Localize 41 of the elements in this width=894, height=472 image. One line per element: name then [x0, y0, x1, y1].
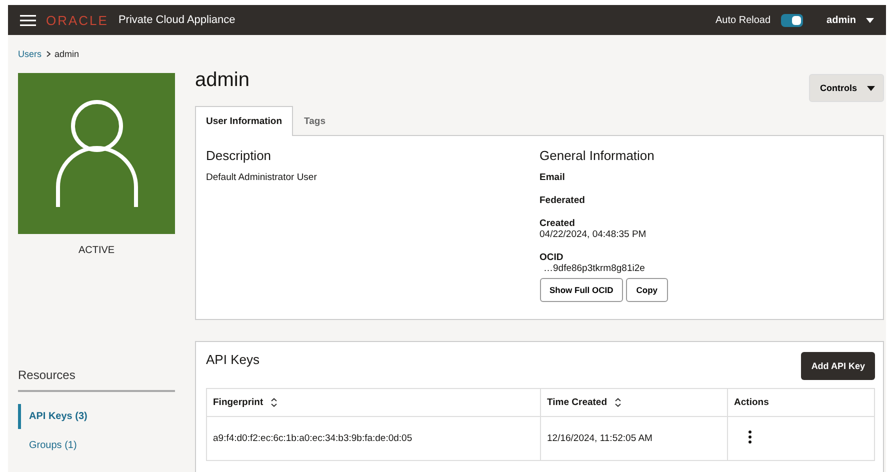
page-title: admin [195, 69, 250, 92]
table-cell: a9:f4:d0:f2:ec:6c:1b:a0:ec:34:b3:9b:fa:de:0d:05 [206, 416, 540, 460]
chevron-icon [46, 51, 51, 57]
ocid-button[interactable]: Show Full OCID [540, 278, 624, 302]
section-heading: API Keys [206, 352, 260, 367]
section-heading: Description [206, 148, 272, 163]
breadcrumb-link[interactable]: Users [18, 49, 42, 59]
resource-link[interactable]: Groups (1) [18, 433, 175, 458]
sort-icon [271, 398, 278, 407]
tab[interactable]: Tags [293, 106, 336, 136]
user-menu[interactable]: admin [812, 14, 874, 26]
tab[interactable]: User Information [195, 106, 294, 136]
auto-reload-label: Auto Reload [716, 14, 771, 26]
more-actions-icon[interactable] [748, 430, 752, 444]
product-name: Private Cloud Appliance [118, 14, 236, 26]
field-label: Federated [540, 195, 586, 206]
column-header[interactable]: Time Created [540, 388, 728, 416]
user-status: ACTIVE [77, 245, 116, 256]
auto-reload-toggle[interactable] [780, 14, 803, 26]
description-text: Default Administrator User [206, 172, 318, 183]
field-value: …9dfe86p3tkrm8g81i2e [542, 263, 646, 274]
section-heading: General Information [540, 148, 656, 163]
field-value: 04/22/2024, 04:48:35 PM [540, 229, 648, 240]
add-api-key-button[interactable]: Add API Key [801, 352, 875, 380]
resource-link[interactable]: API Keys (3) [18, 404, 175, 429]
field-label: OCID [540, 252, 564, 263]
field-label: Email [540, 172, 566, 183]
resources-heading: Resources [18, 368, 175, 392]
user-silhouette-icon [54, 98, 140, 208]
ocid-button[interactable]: Copy [626, 278, 668, 302]
caret-icon [866, 18, 874, 22]
breadcrumb-current: admin [54, 49, 80, 59]
column-header[interactable]: Fingerprint [206, 388, 540, 416]
controls-button[interactable]: Controls [809, 74, 884, 102]
field-label: Created [540, 218, 576, 229]
table-cell: 12/16/2024, 11:52:05 AM [540, 416, 728, 460]
caret-icon [867, 86, 875, 90]
column-header: Actions [728, 388, 874, 416]
sort-icon [615, 398, 622, 407]
menu-icon[interactable] [20, 14, 36, 26]
logo: ORACLE [46, 12, 108, 28]
